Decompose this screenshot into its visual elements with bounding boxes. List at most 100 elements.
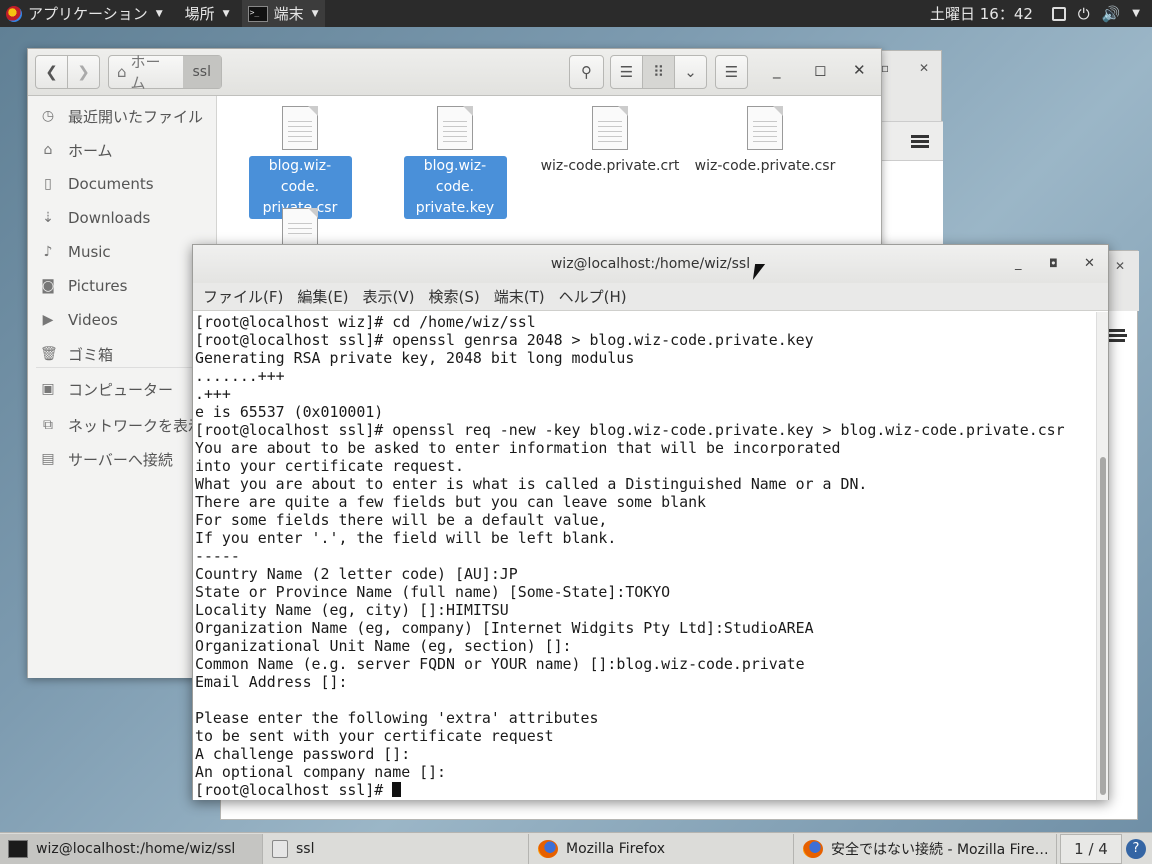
list-view-button[interactable]: ☰	[610, 55, 643, 89]
terminal-line: An optional company name []:	[195, 763, 447, 781]
terminal-line: [root@localhost wiz]# cd /home/wiz/ssl	[195, 313, 536, 331]
sidebar-item-music[interactable]: ♪ Music	[28, 236, 217, 268]
terminal-menubar: ファイル(F) 編集(E) 表示(V) 検索(S) 端末(T) ヘルプ(H)	[193, 283, 1108, 311]
background-window-bottom	[220, 798, 1138, 820]
forward-button[interactable]: ❯	[67, 55, 100, 89]
help-icon[interactable]: ?	[1126, 839, 1146, 859]
grid-view-button[interactable]: ⠿	[642, 55, 675, 89]
terminal-titlebar[interactable]: wiz@localhost:/home/wiz/ssl _ ◘ ✕	[193, 245, 1108, 283]
maximize-button[interactable]: ◘	[1049, 245, 1058, 283]
document-icon: ▯	[44, 176, 52, 192]
terminal-line: into your certificate request.	[195, 457, 464, 475]
task-terminal[interactable]: wiz@localhost:/home/wiz/ssl	[0, 834, 263, 864]
minimize-button[interactable]: _	[1015, 245, 1022, 283]
view-options-button[interactable]: ⌄	[674, 55, 707, 89]
task-files[interactable]: ssl	[264, 834, 529, 864]
firefox-icon	[803, 840, 823, 858]
menu-file[interactable]: ファイル(F)	[203, 286, 283, 307]
close-icon[interactable]: ✕	[919, 61, 929, 75]
menu-view[interactable]: 表示(V)	[363, 286, 415, 307]
sidebar-item-recent[interactable]: ◷ 最近開いたファイル	[28, 100, 217, 132]
terminal-app-label: 端末	[273, 5, 304, 23]
terminal-line: Organization Name (eg, company) [Interne…	[195, 619, 814, 637]
terminal-line: Common Name (e.g. server FQDN or YOUR na…	[195, 655, 805, 673]
task-label: ssl	[296, 841, 315, 857]
chevron-right-icon: ❯	[77, 63, 90, 81]
terminal-line: What you are about to enter is what is c…	[195, 475, 868, 493]
clock[interactable]: 土曜日 16：42	[930, 0, 1033, 27]
terminal-line: .+++	[195, 385, 231, 403]
sidebar-item-label: Downloads	[68, 209, 151, 227]
background-window[interactable]: ✕	[1108, 250, 1139, 820]
sidebar-item-connect-server[interactable]: ▤ サーバーへ接続	[28, 443, 217, 475]
path-home-button[interactable]: ⌂ ホーム	[109, 51, 183, 93]
maximize-icon[interactable]: ▫	[881, 61, 889, 75]
window-list-taskbar: wiz@localhost:/home/wiz/ssl ssl Mozilla …	[0, 832, 1152, 864]
places-sidebar: ◷ 最近開いたファイル ⌂ ホーム ▯ Documents ⇣ Download…	[28, 96, 217, 678]
terminal-line: [root@localhost ssl]# openssl req -new -…	[195, 421, 1065, 439]
file-name-line: blog.wiz-code.	[268, 158, 332, 195]
menu-terminal[interactable]: 端末(T)	[494, 286, 545, 307]
back-button[interactable]: ❮	[35, 55, 68, 89]
sidebar-item-documents[interactable]: ▯ Documents	[28, 168, 217, 200]
terminal-line: A challenge password []:	[195, 745, 411, 763]
terminal-scrollbar[interactable]	[1096, 312, 1108, 800]
menu-button[interactable]: ☰	[715, 55, 748, 89]
terminal-line: Please enter the following 'extra' attri…	[195, 709, 599, 727]
file-name: wiz-code.private.crt	[540, 158, 680, 174]
sidebar-item-computer[interactable]: ▣ コンピューター	[28, 373, 217, 405]
close-button[interactable]: ✕	[1084, 245, 1095, 283]
file-item[interactable]: wiz-code.private.crt	[541, 106, 679, 177]
applications-menu[interactable]: アプリケーション ▼	[0, 0, 169, 27]
file-item[interactable]: blog.wiz-code. private.csr	[235, 106, 365, 219]
chevron-down-icon: ▼	[311, 8, 319, 19]
menu-search[interactable]: 検索(S)	[429, 286, 480, 307]
places-label: 場所	[184, 5, 215, 23]
trash-icon: 🗑	[40, 346, 58, 362]
menu-icon[interactable]	[911, 135, 929, 148]
task-label: wiz@localhost:/home/wiz/ssl	[36, 841, 236, 857]
computer-icon: ▣	[41, 381, 55, 397]
places-menu[interactable]: 場所 ▼	[179, 0, 236, 27]
top-panel: アプリケーション ▼ 場所 ▼ >_ 端末 ▼ 土曜日 16：42 ⏻ 🔊 ▼	[0, 0, 1152, 27]
path-current-button[interactable]: ssl	[182, 56, 221, 88]
task-firefox-insecure[interactable]: 安全ではない接続 - Mozilla Fire…	[795, 834, 1057, 864]
sidebar-item-pictures[interactable]: ◙ Pictures	[28, 270, 217, 302]
file-item[interactable]: wiz-code.private.csr	[695, 106, 835, 177]
sidebar-item-downloads[interactable]: ⇣ Downloads	[28, 202, 217, 234]
maximize-button[interactable]: ◻	[814, 61, 826, 79]
menu-icon[interactable]	[1109, 329, 1127, 342]
sidebar-item-label: サーバーへ接続	[68, 450, 173, 469]
terminal-line: Email Address []:	[195, 673, 348, 691]
sidebar-item-label: Pictures	[68, 277, 128, 295]
sidebar-item-label: Documents	[68, 175, 154, 193]
sidebar-item-label: ゴミ箱	[68, 345, 114, 364]
close-icon[interactable]: ✕	[1115, 259, 1125, 273]
sidebar-item-label: ホーム	[68, 141, 113, 160]
task-firefox[interactable]: Mozilla Firefox	[530, 834, 794, 864]
workspace-pager[interactable]: 1 / 4	[1060, 834, 1122, 864]
menu-help[interactable]: ヘルプ(H)	[559, 286, 627, 307]
terminal-icon	[8, 840, 28, 858]
minimize-button[interactable]: _	[773, 61, 781, 79]
menu-edit[interactable]: 編集(E)	[297, 286, 348, 307]
file-item[interactable]: blog.wiz-code. private.key	[390, 106, 520, 219]
terminal-app-menu[interactable]: >_ 端末 ▼	[241, 0, 325, 27]
home-icon: ⌂	[43, 142, 53, 158]
file-name-line: blog.wiz-code.	[423, 158, 487, 195]
firefox-icon	[538, 840, 558, 858]
chevron-down-icon: ⌄	[684, 63, 697, 81]
prompt-line[interactable]: [root@localhost ssl]#	[195, 781, 1096, 799]
search-button[interactable]: ⚲	[569, 55, 604, 89]
sidebar-item-network[interactable]: ⧉ ネットワークを表示	[28, 409, 217, 441]
terminal-window[interactable]: wiz@localhost:/home/wiz/ssl _ ◘ ✕ ファイル(F…	[192, 244, 1109, 800]
download-icon: ⇣	[42, 210, 54, 226]
system-status-area[interactable]: ⏻ 🔊 ▼	[1051, 0, 1140, 27]
sidebar-item-trash[interactable]: 🗑 ゴミ箱	[28, 338, 217, 370]
close-button[interactable]: ✕	[853, 61, 866, 79]
sidebar-item-videos[interactable]: ▶ Videos	[28, 304, 217, 336]
menu-icon: ☰	[724, 63, 739, 81]
sidebar-item-home[interactable]: ⌂ ホーム	[28, 134, 217, 166]
terminal-output[interactable]: [root@localhost wiz]# cd /home/wiz/ssl [r…	[193, 312, 1096, 800]
scrollbar-thumb[interactable]	[1100, 457, 1106, 795]
